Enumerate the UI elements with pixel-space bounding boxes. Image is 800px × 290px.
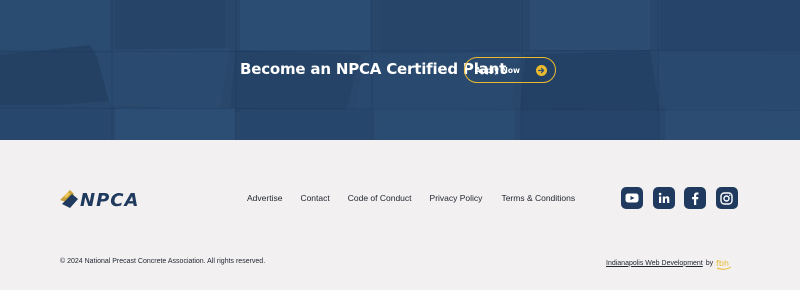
facebook-icon[interactable] (684, 187, 706, 209)
footer-link-code-of-conduct[interactable]: Code of Conduct (348, 193, 412, 203)
developer-credit-link[interactable]: Indianapolis Web Development (606, 260, 703, 267)
svg-text:fbh: fbh (716, 259, 729, 268)
footer-link-privacy-policy[interactable]: Privacy Policy (430, 193, 483, 203)
npca-logo[interactable]: NPCA (60, 188, 160, 211)
arrow-right-icon (536, 64, 547, 76)
cta-title: Become an NPCA Certified Plant (240, 60, 507, 78)
social-links (621, 187, 738, 209)
copyright-text: © 2024 National Precast Concrete Associa… (60, 258, 266, 265)
youtube-icon[interactable] (621, 187, 643, 209)
instagram-icon[interactable] (715, 187, 738, 209)
footer-link-advertise[interactable]: Advertise (247, 193, 282, 203)
cta-banner: Become an NPCA Certified Plant Apply Now (0, 0, 800, 140)
fbh-logo-icon[interactable]: fbh (716, 256, 732, 270)
apply-now-button[interactable]: Apply Now (464, 57, 556, 83)
footer-link-terms[interactable]: Terms & Conditions (501, 193, 575, 203)
logo-text: NPCA (80, 190, 139, 210)
developer-credit: Indianapolis Web Development by fbh (606, 256, 732, 270)
footer-nav: Advertise Contact Code of Conduct Privac… (247, 193, 575, 203)
credit-by: by (705, 259, 714, 267)
linkedin-icon[interactable] (652, 187, 675, 209)
footer-link-contact[interactable]: Contact (300, 193, 329, 203)
apply-now-label: Apply Now (475, 65, 520, 75)
